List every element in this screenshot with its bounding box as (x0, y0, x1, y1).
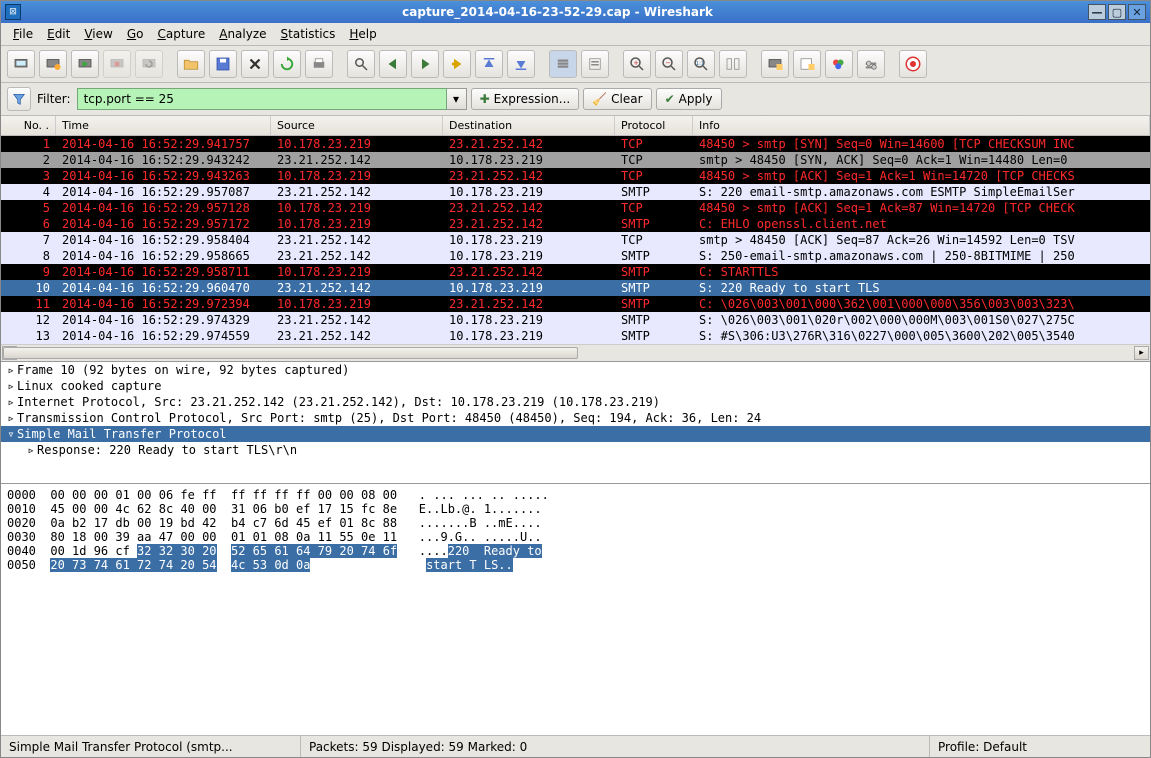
close-file-button[interactable] (241, 50, 269, 78)
print-button[interactable] (305, 50, 333, 78)
display-filter-button[interactable] (7, 87, 31, 111)
packet-row[interactable]: 122014-04-16 16:52:29.97432923.21.252.14… (1, 312, 1150, 328)
find-button[interactable] (347, 50, 375, 78)
filter-toolbar: Filter: ▾ ✚Expression... 🧹Clear ✔Apply (1, 83, 1150, 116)
expand-icon[interactable]: ▹ (5, 411, 17, 425)
packet-row[interactable]: 132014-04-16 16:52:29.97455923.21.252.14… (1, 328, 1150, 344)
packet-row[interactable]: 102014-04-16 16:52:29.96047023.21.252.14… (1, 280, 1150, 296)
menu-capture[interactable]: Capture (151, 25, 211, 43)
packet-row[interactable]: 72014-04-16 16:52:29.95840423.21.252.142… (1, 232, 1150, 248)
restart-capture-button[interactable] (135, 50, 163, 78)
col-header-protocol[interactable]: Protocol (615, 116, 693, 135)
menu-help[interactable]: Help (343, 25, 382, 43)
start-capture-button[interactable] (71, 50, 99, 78)
coloring-rules-button[interactable] (825, 50, 853, 78)
svg-text:+: + (633, 59, 639, 67)
status-profile: Profile: Default (930, 736, 1150, 757)
menu-statistics[interactable]: Statistics (275, 25, 342, 43)
zoom-in-button[interactable]: + (623, 50, 651, 78)
packet-row[interactable]: 22014-04-16 16:52:29.94324223.21.252.142… (1, 152, 1150, 168)
auto-scroll-button[interactable] (581, 50, 609, 78)
filter-dropdown-button[interactable]: ▾ (447, 88, 467, 110)
window-title: capture_2014-04-16-23-52-29.cap - Wiresh… (27, 5, 1088, 19)
scroll-thumb[interactable] (3, 347, 578, 359)
detail-tree-row[interactable]: ▹ Internet Protocol, Src: 23.21.252.142 … (1, 394, 1150, 410)
display-filters-button[interactable] (793, 50, 821, 78)
col-header-number[interactable]: No. . (1, 116, 56, 135)
resize-columns-button[interactable] (719, 50, 747, 78)
expression-button[interactable]: ✚Expression... (471, 88, 580, 110)
detail-tree-row[interactable]: ▹ Linux cooked capture (1, 378, 1150, 394)
save-button[interactable] (209, 50, 237, 78)
menu-go[interactable]: Go (121, 25, 150, 43)
stop-capture-button[interactable] (103, 50, 131, 78)
col-header-info[interactable]: Info (693, 116, 1150, 135)
statusbar: Simple Mail Transfer Protocol (smtp... P… (1, 735, 1150, 757)
menu-analyze[interactable]: Analyze (213, 25, 272, 43)
goto-packet-button[interactable] (443, 50, 471, 78)
menubar: File Edit View Go Capture Analyze Statis… (1, 23, 1150, 46)
minimize-button[interactable]: — (1088, 4, 1106, 20)
zoom-out-button[interactable]: − (655, 50, 683, 78)
apply-button[interactable]: ✔Apply (656, 88, 722, 110)
empty-area (1, 640, 1150, 735)
packet-details-pane[interactable]: ▹ Frame 10 (92 bytes on wire, 92 bytes c… (1, 362, 1150, 484)
interfaces-button[interactable] (7, 50, 35, 78)
status-middle: Packets: 59 Displayed: 59 Marked: 0 (301, 736, 930, 757)
col-header-destination[interactable]: Destination (443, 116, 615, 135)
close-button[interactable]: ✕ (1128, 4, 1146, 20)
reload-button[interactable] (273, 50, 301, 78)
expand-icon[interactable]: ▹ (5, 395, 17, 409)
detail-tree-row[interactable]: ▹ Response: 220 Ready to start TLS\r\n (1, 442, 1150, 458)
detail-tree-row[interactable]: ▹ Transmission Control Protocol, Src Por… (1, 410, 1150, 426)
main-toolbar: + − 1:1 (1, 46, 1150, 83)
svg-text:−: − (665, 59, 671, 67)
detail-tree-row[interactable]: ▹ Frame 10 (92 bytes on wire, 92 bytes c… (1, 362, 1150, 378)
colorize-list-button[interactable] (549, 50, 577, 78)
packet-bytes-pane[interactable]: 0000 00 00 00 01 00 06 fe ff ff ff ff ff… (1, 484, 1150, 640)
packet-row[interactable]: 112014-04-16 16:52:29.97239410.178.23.21… (1, 296, 1150, 312)
packet-row[interactable]: 92014-04-16 16:52:29.95871110.178.23.219… (1, 264, 1150, 280)
open-button[interactable] (177, 50, 205, 78)
col-header-source[interactable]: Source (271, 116, 443, 135)
menu-edit[interactable]: Edit (41, 25, 76, 43)
help-button[interactable] (899, 50, 927, 78)
packet-row[interactable]: 32014-04-16 16:52:29.94326310.178.23.219… (1, 168, 1150, 184)
go-forward-button[interactable] (411, 50, 439, 78)
scroll-right-arrow[interactable]: ▸ (1134, 346, 1149, 360)
packet-row[interactable]: 62014-04-16 16:52:29.95717210.178.23.219… (1, 216, 1150, 232)
titlebar: ⊠ capture_2014-04-16-23-52-29.cap - Wire… (1, 1, 1150, 23)
col-header-time[interactable]: Time (56, 116, 271, 135)
options-button[interactable] (39, 50, 67, 78)
go-back-button[interactable] (379, 50, 407, 78)
packet-row[interactable]: 42014-04-16 16:52:29.95708723.21.252.142… (1, 184, 1150, 200)
filter-label: Filter: (35, 92, 73, 106)
packet-list-header: No. . Time Source Destination Protocol I… (1, 116, 1150, 136)
svg-text:1:1: 1:1 (696, 61, 704, 67)
goto-last-button[interactable] (507, 50, 535, 78)
menu-view[interactable]: View (78, 25, 118, 43)
maximize-button[interactable]: ▢ (1108, 4, 1126, 20)
clear-button[interactable]: 🧹Clear (583, 88, 651, 110)
packet-list-hscrollbar[interactable]: ◂ ▸ (1, 344, 1150, 361)
detail-tree-row[interactable]: ▿ Simple Mail Transfer Protocol (1, 426, 1150, 442)
wireshark-icon: ⊠ (5, 4, 21, 20)
expand-icon[interactable]: ▹ (5, 363, 17, 377)
menu-file[interactable]: File (7, 25, 39, 43)
status-left: Simple Mail Transfer Protocol (smtp... (1, 736, 301, 757)
goto-first-button[interactable] (475, 50, 503, 78)
preferences-button[interactable] (857, 50, 885, 78)
filter-input[interactable] (77, 88, 447, 110)
expand-icon[interactable]: ▹ (25, 443, 37, 457)
packet-row[interactable]: 12014-04-16 16:52:29.94175710.178.23.219… (1, 136, 1150, 152)
collapse-icon[interactable]: ▿ (5, 427, 17, 441)
expand-icon[interactable]: ▹ (5, 379, 17, 393)
packet-row[interactable]: 52014-04-16 16:52:29.95712810.178.23.219… (1, 200, 1150, 216)
packet-row[interactable]: 82014-04-16 16:52:29.95866523.21.252.142… (1, 248, 1150, 264)
packet-list-pane[interactable]: No. . Time Source Destination Protocol I… (1, 116, 1150, 362)
capture-filters-button[interactable] (761, 50, 789, 78)
app-window: ⊠ capture_2014-04-16-23-52-29.cap - Wire… (0, 0, 1151, 758)
zoom-100-button[interactable]: 1:1 (687, 50, 715, 78)
